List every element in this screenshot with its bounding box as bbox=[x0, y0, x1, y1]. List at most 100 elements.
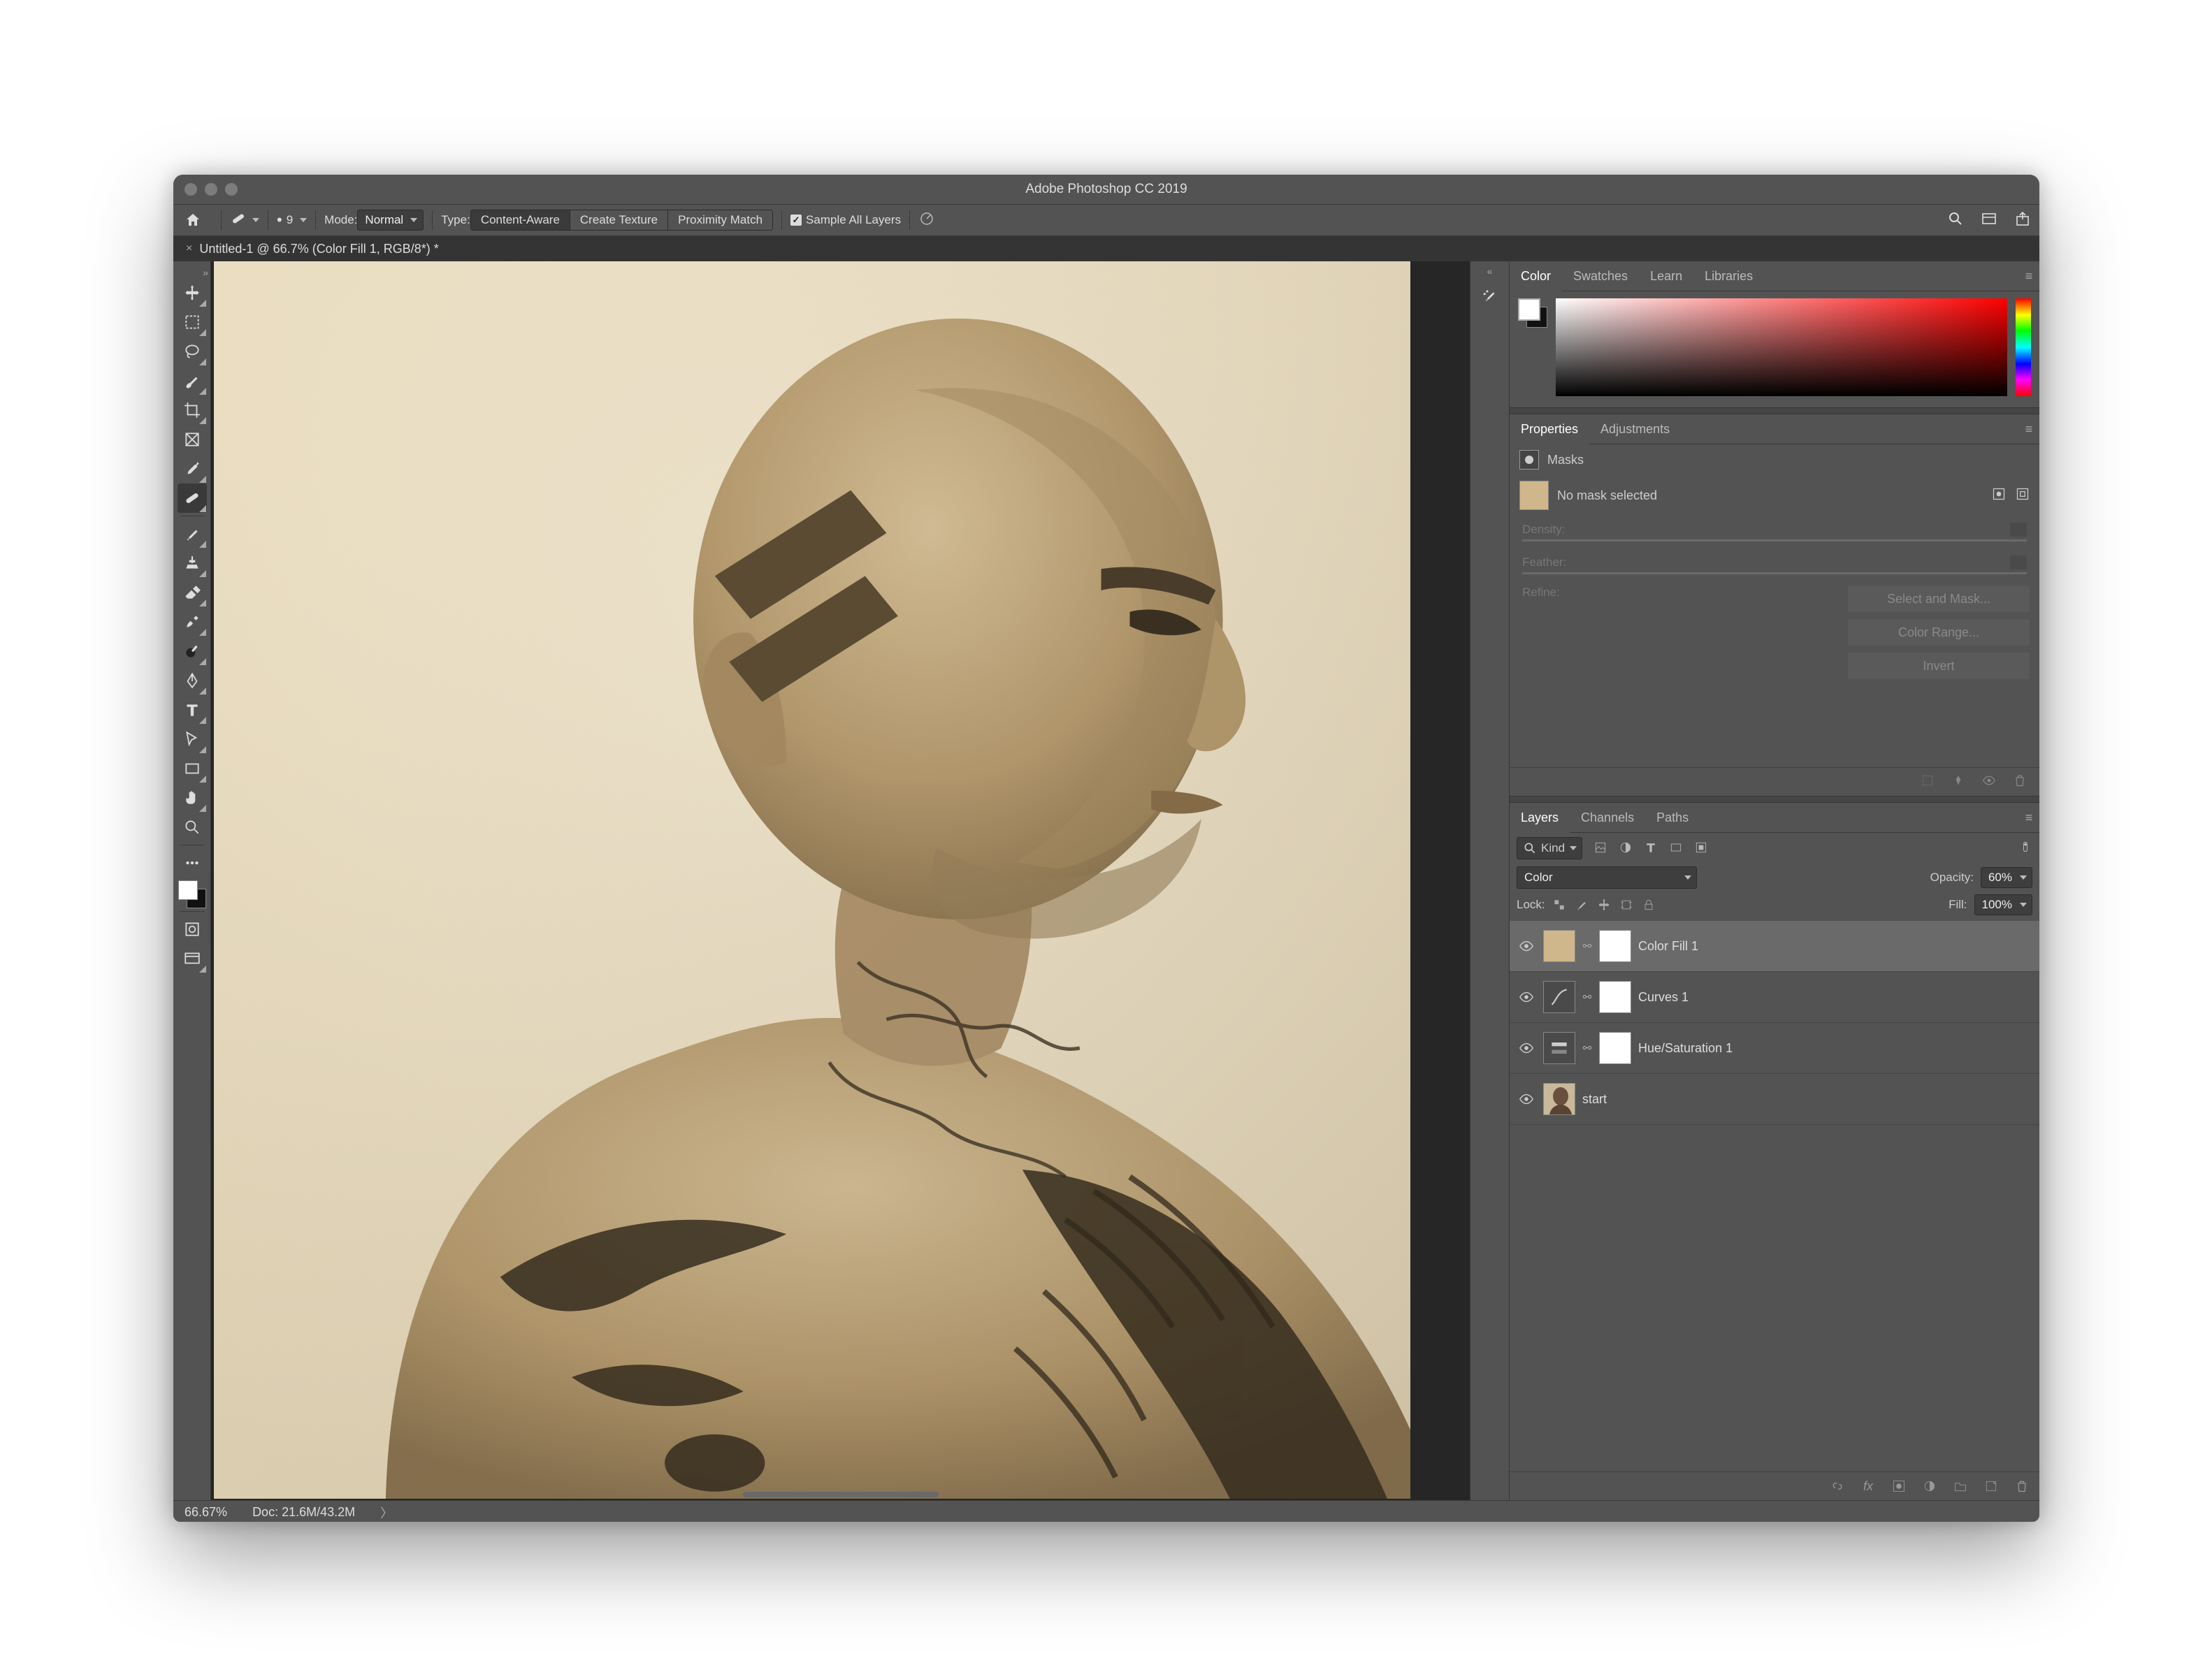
type-proximity-match[interactable]: Proximity Match bbox=[668, 210, 772, 230]
color-field[interactable] bbox=[1556, 298, 2007, 396]
layer-visibility-toggle[interactable] bbox=[1517, 1091, 1536, 1107]
link-layers-icon[interactable] bbox=[1830, 1478, 1845, 1494]
fg-swatch[interactable] bbox=[1518, 298, 1540, 321]
status-flyout-icon[interactable]: 〉 bbox=[380, 1504, 393, 1522]
type-content-aware[interactable]: Content-Aware bbox=[471, 210, 570, 230]
frame-tool[interactable] bbox=[178, 425, 207, 454]
paint-brush-tool[interactable] bbox=[178, 519, 207, 548]
lock-artboard-icon[interactable] bbox=[1619, 898, 1633, 912]
type-create-texture[interactable]: Create Texture bbox=[570, 210, 668, 230]
horizontal-scrollbar[interactable] bbox=[743, 1492, 939, 1497]
layer-name[interactable]: Curves 1 bbox=[1638, 990, 2032, 1005]
layer-row[interactable]: ⚯ Color Fill 1 bbox=[1510, 921, 2039, 972]
tab-layers[interactable]: Layers bbox=[1510, 803, 1570, 832]
pressure-icon[interactable] bbox=[918, 210, 935, 231]
layer-row[interactable]: start bbox=[1510, 1074, 2039, 1125]
layer-row[interactable]: ⚯ Hue/Saturation 1 bbox=[1510, 1023, 2039, 1074]
share-icon[interactable] bbox=[2014, 210, 2031, 231]
color-range-button[interactable]: Color Range... bbox=[1848, 619, 2030, 646]
layer-name[interactable]: Color Fill 1 bbox=[1638, 939, 2032, 954]
color-swatches[interactable] bbox=[178, 880, 206, 908]
arrange-documents-icon[interactable] bbox=[1981, 210, 1997, 231]
new-group-icon[interactable] bbox=[1953, 1478, 1968, 1494]
rectangle-tool[interactable] bbox=[178, 754, 207, 783]
toggle-visibility-icon[interactable] bbox=[1982, 773, 1999, 790]
hand-tool[interactable] bbox=[178, 783, 207, 813]
lock-pixels-icon[interactable] bbox=[1575, 898, 1589, 912]
expand-dock-icon[interactable]: « bbox=[1487, 266, 1493, 277]
select-and-mask-button[interactable]: Select and Mask... bbox=[1848, 586, 2030, 612]
brush-preset-picker[interactable]: 9 bbox=[277, 211, 307, 229]
screen-mode-tool[interactable] bbox=[178, 944, 207, 973]
brushes-panel-icon[interactable] bbox=[1477, 282, 1503, 309]
zoom-tool[interactable] bbox=[178, 813, 207, 842]
tab-learn[interactable]: Learn bbox=[1639, 261, 1693, 291]
filter-shape-icon[interactable] bbox=[1669, 841, 1684, 856]
curves-adjustment-thumbnail[interactable] bbox=[1543, 981, 1575, 1013]
foreground-color-swatch[interactable] bbox=[178, 880, 198, 900]
path-selection-tool[interactable] bbox=[178, 725, 207, 754]
panel-menu-icon[interactable]: ≡ bbox=[2018, 811, 2039, 825]
hue-strip[interactable] bbox=[2016, 298, 2031, 396]
quick-mask-tool[interactable] bbox=[178, 915, 207, 944]
document-canvas[interactable] bbox=[214, 261, 1410, 1499]
layer-filter-kind[interactable]: Kind bbox=[1517, 837, 1582, 859]
pixel-mask-icon[interactable] bbox=[1992, 487, 2006, 504]
panel-menu-icon[interactable]: ≡ bbox=[2018, 422, 2039, 437]
layer-row[interactable]: ⚯ Curves 1 bbox=[1510, 972, 2039, 1023]
traffic-minimize[interactable] bbox=[205, 183, 217, 196]
close-tab-icon[interactable]: × bbox=[186, 242, 192, 255]
delete-layer-icon[interactable] bbox=[2014, 1478, 2030, 1494]
tab-properties[interactable]: Properties bbox=[1510, 414, 1589, 444]
document-tab[interactable]: × Untitled-1 @ 66.7% (Color Fill 1, RGB/… bbox=[173, 236, 451, 261]
feather-slider[interactable] bbox=[1522, 572, 2027, 574]
opacity-input[interactable]: 60% bbox=[1981, 867, 2032, 888]
layer-style-icon[interactable]: fx bbox=[1860, 1478, 1876, 1494]
apply-mask-icon[interactable] bbox=[1951, 773, 1968, 790]
home-button[interactable] bbox=[182, 209, 204, 231]
filter-smart-icon[interactable] bbox=[1694, 841, 1709, 856]
layer-fill-thumbnail[interactable] bbox=[1543, 930, 1575, 962]
pen-tool[interactable] bbox=[178, 666, 207, 695]
invert-button[interactable]: Invert bbox=[1848, 653, 2030, 679]
panel-menu-icon[interactable]: ≡ bbox=[2018, 269, 2039, 284]
tab-adjustments[interactable]: Adjustments bbox=[1589, 414, 1681, 444]
marquee-tool[interactable] bbox=[178, 307, 207, 337]
lock-transparency-icon[interactable] bbox=[1552, 898, 1566, 912]
brush-tool[interactable] bbox=[178, 366, 207, 395]
traffic-zoom[interactable] bbox=[225, 183, 238, 196]
add-mask-icon[interactable] bbox=[1891, 1478, 1907, 1494]
load-selection-icon[interactable] bbox=[1921, 773, 1937, 790]
type-tool[interactable] bbox=[178, 695, 207, 725]
layer-mask-thumbnail[interactable] bbox=[1599, 1032, 1631, 1064]
layer-mask-thumbnail[interactable] bbox=[1599, 930, 1631, 962]
filter-adjustment-icon[interactable] bbox=[1619, 841, 1634, 856]
mask-link-icon[interactable]: ⚯ bbox=[1582, 991, 1592, 1003]
hue-sat-adjustment-thumbnail[interactable] bbox=[1543, 1032, 1575, 1064]
layer-name[interactable]: start bbox=[1582, 1092, 2032, 1107]
lasso-tool[interactable] bbox=[178, 337, 207, 366]
fill-input[interactable]: 100% bbox=[1974, 894, 2032, 915]
eraser-tool[interactable] bbox=[178, 578, 207, 607]
layer-visibility-toggle[interactable] bbox=[1517, 1040, 1536, 1056]
vector-mask-icon[interactable] bbox=[2016, 487, 2030, 504]
traffic-close[interactable] bbox=[185, 183, 197, 196]
collapse-tools-icon[interactable]: » bbox=[173, 267, 212, 278]
layer-visibility-toggle[interactable] bbox=[1517, 989, 1536, 1005]
blend-mode-select[interactable]: Color bbox=[1517, 866, 1697, 889]
lock-position-icon[interactable] bbox=[1597, 898, 1611, 912]
dodge-tool[interactable] bbox=[178, 637, 207, 666]
lock-all-icon[interactable] bbox=[1642, 898, 1656, 912]
filter-toggle-icon[interactable] bbox=[2018, 840, 2032, 857]
clone-stamp-tool[interactable] bbox=[178, 548, 207, 578]
filter-pixel-icon[interactable] bbox=[1593, 841, 1609, 856]
tab-paths[interactable]: Paths bbox=[1645, 803, 1700, 832]
new-layer-icon[interactable] bbox=[1983, 1478, 1999, 1494]
delete-mask-icon[interactable] bbox=[2013, 773, 2030, 790]
edit-toolbar[interactable] bbox=[178, 848, 207, 878]
tab-color[interactable]: Color bbox=[1510, 261, 1562, 291]
tab-channels[interactable]: Channels bbox=[1570, 803, 1645, 832]
mask-link-icon[interactable]: ⚯ bbox=[1582, 940, 1592, 952]
sample-all-layers-check[interactable]: ✓ Sample All Layers bbox=[790, 213, 901, 227]
crop-tool[interactable] bbox=[178, 395, 207, 425]
